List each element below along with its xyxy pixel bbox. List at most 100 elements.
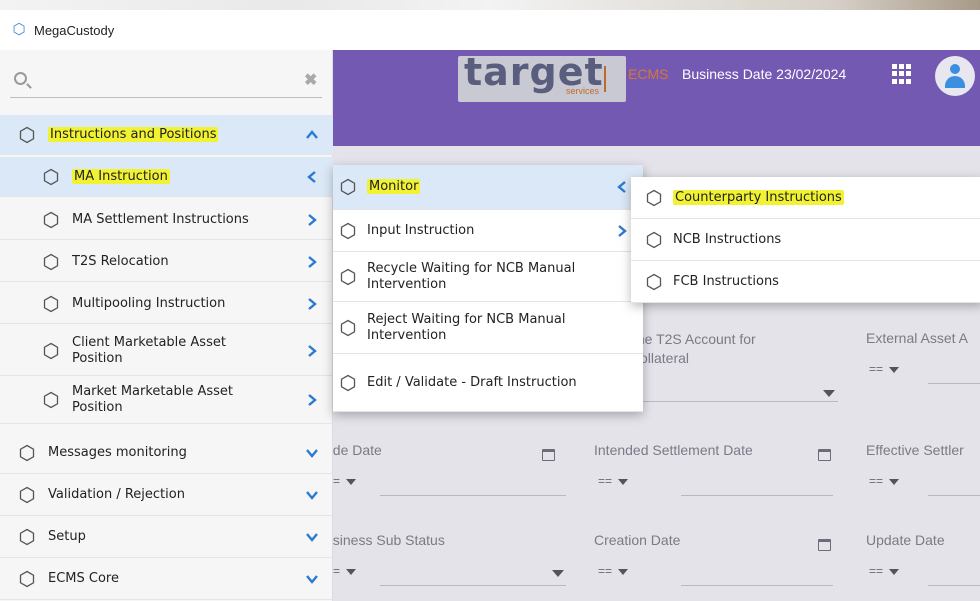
menu-item-label: MA Instruction — [72, 168, 170, 184]
menu-item-ncb-instructions[interactable]: NCB Instructions — [631, 219, 980, 261]
chevron-up-icon[interactable] — [305, 128, 319, 142]
monitor-submenu: Counterparty Instructions NCB Instruction… — [631, 177, 980, 303]
menu-item-reject-waiting-for-ncb-manual-intervention[interactable]: Reject Waiting for NCB Manual Interventi… — [333, 302, 643, 354]
window-title: MegaCustody — [34, 22, 115, 38]
external-asset-field[interactable] — [928, 383, 980, 384]
menu-item-input-instruction[interactable]: Input Instruction — [333, 210, 643, 252]
menu-item-client-marketable-asset-position[interactable]: Client Marketable Asset Position — [0, 326, 333, 376]
t2s-account-field[interactable] — [633, 401, 838, 402]
intended-settlement-field[interactable] — [681, 495, 833, 496]
menu-item-label: Multipooling Instruction — [72, 295, 226, 311]
chevron-left-icon[interactable] — [615, 180, 629, 194]
chevron-down-icon[interactable] — [305, 488, 319, 502]
ecms-label: ECMS — [628, 66, 669, 82]
hexagon-icon — [42, 391, 60, 409]
sidebar-search: ✖ — [10, 64, 322, 98]
title-bar: ⬡ MegaCustody — [0, 10, 980, 50]
hexagon-icon — [645, 273, 663, 291]
menu-item-label: Messages monitoring — [48, 444, 187, 460]
chevron-right-icon[interactable] — [615, 224, 629, 238]
creation-date-op[interactable]: == — [598, 564, 629, 578]
effective-settlement-field[interactable] — [928, 495, 980, 496]
creation-date-field[interactable] — [681, 585, 833, 586]
update-date-field[interactable] — [928, 585, 980, 586]
hexagon-icon — [339, 374, 357, 392]
calendar-icon[interactable] — [542, 449, 555, 461]
menu-item-messages-monitoring[interactable]: Messages monitoring — [0, 432, 333, 474]
apps-grid-icon[interactable] — [892, 64, 912, 84]
intended-settlement-op[interactable]: == — [598, 474, 629, 488]
effective-settlement-op[interactable]: == — [869, 474, 900, 488]
menu-item-instructions-and-positions[interactable]: Instructions and Positions — [0, 115, 333, 155]
app-cube-icon: ⬡ — [12, 21, 26, 38]
menu-item-monitor[interactable]: Monitor — [333, 165, 643, 210]
clear-icon[interactable]: ✖ — [304, 70, 317, 90]
trade-date-field[interactable] — [380, 495, 566, 496]
menu-item-counterparty-instructions[interactable]: Counterparty Instructions — [631, 177, 980, 219]
menu-item-label: FCB Instructions — [673, 273, 779, 289]
menu-item-label: Edit / Validate - Draft Instruction — [367, 374, 577, 390]
trade-date-op[interactable]: = — [333, 474, 357, 488]
hexagon-icon — [18, 444, 36, 462]
chevron-down-icon[interactable] — [305, 572, 319, 586]
menu-item-recycle-waiting-for-ncb-manual-intervention[interactable]: Recycle Waiting for NCB Manual Intervent… — [333, 252, 643, 302]
hexagon-icon — [42, 342, 60, 360]
hexagon-icon — [645, 231, 663, 249]
search-icon — [14, 72, 27, 85]
menu-item-fcb-instructions[interactable]: FCB Instructions — [631, 261, 980, 303]
chevron-right-icon[interactable] — [305, 255, 319, 269]
menu-item-edit-validate-draft-instruction[interactable]: Edit / Validate - Draft Instruction — [333, 354, 643, 412]
chevron-down-icon[interactable] — [305, 530, 319, 544]
chevron-right-icon[interactable] — [305, 393, 319, 407]
calendar-icon[interactable] — [818, 449, 831, 461]
menu-item-ecms-core[interactable]: ECMS Core — [0, 558, 333, 600]
window-top-strip — [0, 0, 980, 10]
external-asset-op[interactable]: == — [869, 362, 900, 376]
hexagon-icon — [42, 168, 60, 186]
business-sub-status-field[interactable] — [380, 585, 566, 586]
menu-item-label: Instructions and Positions — [48, 126, 219, 142]
chevron-right-icon[interactable] — [305, 297, 319, 311]
external-asset-label: External Asset A — [866, 330, 968, 346]
logo-sub: services — [566, 86, 600, 96]
chevron-right-icon[interactable] — [305, 344, 319, 358]
update-date-op[interactable]: == — [869, 564, 900, 578]
hexagon-icon — [42, 295, 60, 313]
menu-item-multipooling-instruction[interactable]: Multipooling Instruction — [0, 284, 333, 324]
menu-item-ma-instruction[interactable]: MA Instruction — [0, 157, 333, 197]
hexagon-icon — [645, 189, 663, 207]
hexagon-icon — [18, 570, 36, 588]
business-sub-status-dropdown-arrow[interactable] — [552, 570, 564, 577]
menu-item-label: Input Instruction — [367, 222, 475, 238]
search-input[interactable] — [38, 68, 288, 92]
update-date-label: Update Date — [866, 532, 945, 548]
instruction-submenu: Monitor Input Instruction Recycle Waiting … — [333, 165, 643, 412]
menu-item-label: Validation / Rejection — [48, 486, 185, 502]
menu-item-label: T2S Relocation — [72, 253, 169, 269]
menu-item-market-marketable-asset-position[interactable]: Market Marketable Asset Position — [0, 376, 333, 424]
t2s-account-label: the T2S Account for collateral — [633, 331, 756, 366]
chevron-down-icon[interactable] — [305, 446, 319, 460]
user-avatar[interactable] — [935, 56, 975, 96]
hexagon-icon — [18, 486, 36, 504]
business-sub-status-label: usiness Sub Status — [325, 532, 445, 548]
menu-item-label: Monitor — [367, 179, 421, 194]
menu-item-label: Recycle Waiting for NCB Manual Intervent… — [367, 260, 576, 292]
business-sub-status-op[interactable]: = — [333, 564, 357, 578]
hexagon-icon — [339, 178, 357, 196]
menu-item-label: Client Marketable Asset Position — [72, 334, 226, 366]
chevron-left-icon[interactable] — [305, 170, 319, 184]
menu-item-t2s-relocation[interactable]: T2S Relocation — [0, 242, 333, 282]
hexagon-icon — [42, 211, 60, 229]
business-date: Business Date 23/02/2024 — [682, 66, 847, 82]
menu-item-validation-rejection[interactable]: Validation / Rejection — [0, 474, 333, 516]
menu-item-ma-settlement-instructions[interactable]: MA Settlement Instructions — [0, 200, 333, 240]
hexagon-icon — [339, 319, 357, 337]
menu-item-setup[interactable]: Setup — [0, 516, 333, 558]
target-logo: target services — [458, 50, 626, 102]
effective-settlement-label: Effective Settler — [866, 442, 964, 458]
t2s-account-dropdown-arrow[interactable] — [823, 390, 835, 397]
logo-divider — [604, 66, 606, 92]
calendar-icon[interactable] — [818, 539, 831, 551]
chevron-right-icon[interactable] — [305, 213, 319, 227]
